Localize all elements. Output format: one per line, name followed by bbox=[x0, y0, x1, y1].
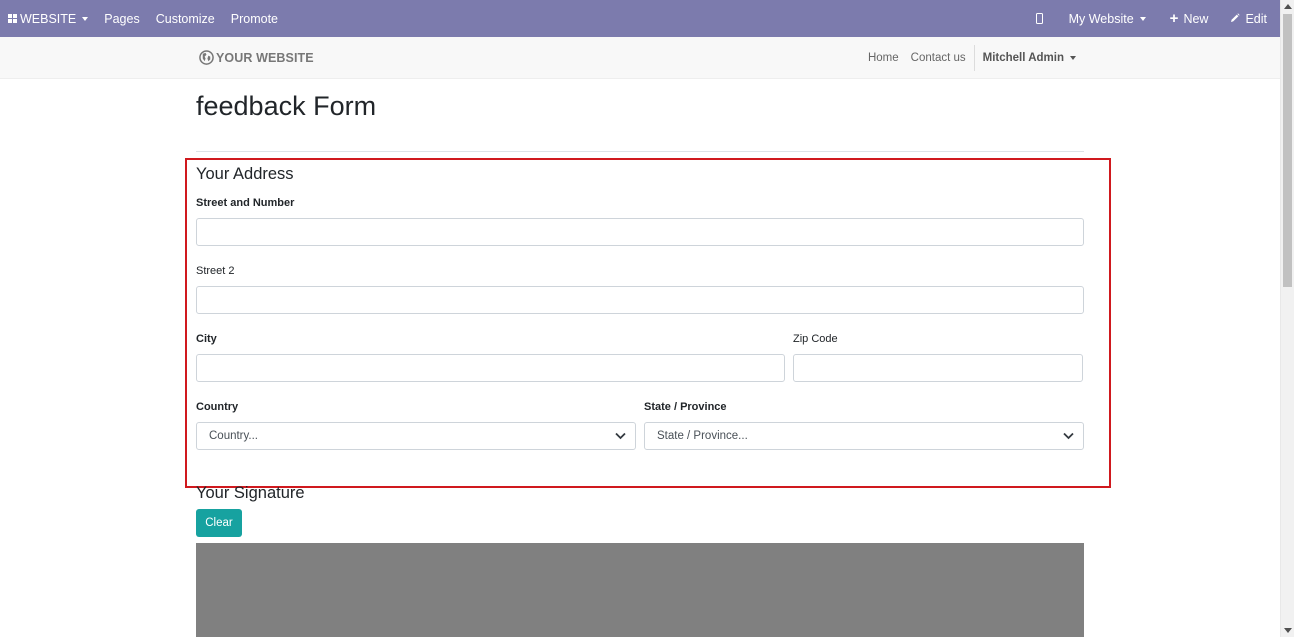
scrollbar-thumb[interactable] bbox=[1283, 14, 1292, 287]
plus-icon: + bbox=[1169, 10, 1179, 27]
country-select-value: Country... bbox=[209, 430, 258, 442]
page-scrollbar[interactable] bbox=[1280, 0, 1294, 637]
website-app-label: WEBSITE bbox=[20, 11, 77, 26]
scroll-down-icon[interactable] bbox=[1284, 628, 1292, 633]
globe-icon bbox=[199, 50, 214, 65]
site-nav: Home Contact us Mitchell Admin bbox=[862, 37, 1083, 79]
menu-promote[interactable]: Promote bbox=[223, 0, 286, 37]
logo-text: YOUR WEBSITE bbox=[216, 50, 314, 65]
mobile-phone-icon bbox=[1035, 13, 1043, 24]
website-app-menu[interactable]: WEBSITE bbox=[0, 0, 96, 37]
user-name: Mitchell Admin bbox=[982, 52, 1064, 64]
menu-pages[interactable]: Pages bbox=[96, 0, 147, 37]
pencil-icon bbox=[1230, 12, 1241, 26]
clear-signature-button[interactable]: Clear bbox=[196, 509, 242, 537]
nav-divider bbox=[973, 45, 975, 71]
apps-grid-icon bbox=[8, 14, 17, 23]
zip-input[interactable] bbox=[793, 354, 1083, 382]
state-select[interactable]: State / Province... bbox=[644, 422, 1084, 450]
mobile-preview-button[interactable] bbox=[1028, 0, 1057, 37]
street2-label: Street 2 bbox=[196, 265, 235, 277]
chevron-down-icon bbox=[1063, 432, 1074, 440]
website-selector-label: My Website bbox=[1068, 11, 1134, 26]
caret-down-icon bbox=[1139, 16, 1146, 21]
street-input[interactable] bbox=[196, 218, 1084, 246]
website-selector[interactable]: My Website bbox=[1057, 0, 1158, 37]
site-header: YOUR WEBSITE Home Contact us Mitchell Ad… bbox=[0, 37, 1280, 79]
page-title: feedback Form bbox=[196, 91, 377, 121]
admin-actions: My Website + New Edit bbox=[1028, 0, 1280, 37]
signature-heading: Your Signature bbox=[196, 484, 305, 502]
street2-input[interactable] bbox=[196, 286, 1084, 314]
chevron-down-icon bbox=[615, 432, 626, 440]
edit-button[interactable]: Edit bbox=[1220, 0, 1280, 37]
scroll-up-icon[interactable] bbox=[1284, 4, 1292, 9]
edit-label: Edit bbox=[1245, 11, 1267, 26]
country-label: Country bbox=[196, 401, 239, 413]
city-input[interactable] bbox=[196, 354, 785, 382]
user-menu[interactable]: Mitchell Admin bbox=[976, 52, 1083, 64]
nav-contact-us[interactable]: Contact us bbox=[905, 52, 972, 64]
state-label: State / Province bbox=[644, 401, 727, 413]
site-logo[interactable]: YOUR WEBSITE bbox=[199, 50, 314, 65]
menu-customize[interactable]: Customize bbox=[148, 0, 223, 37]
state-select-value: State / Province... bbox=[657, 430, 748, 442]
signature-pad[interactable] bbox=[196, 543, 1084, 637]
admin-bar: WEBSITE Pages Customize Promote My Websi… bbox=[0, 0, 1280, 37]
admin-menu: WEBSITE Pages Customize Promote bbox=[0, 0, 286, 37]
country-select[interactable]: Country... bbox=[196, 422, 636, 450]
caret-down-icon bbox=[82, 16, 89, 21]
zip-label: Zip Code bbox=[793, 333, 838, 345]
title-divider bbox=[196, 151, 1084, 152]
new-label: New bbox=[1183, 11, 1209, 26]
address-heading: Your Address bbox=[196, 165, 294, 183]
city-label: City bbox=[196, 333, 217, 345]
new-button[interactable]: + New bbox=[1158, 0, 1221, 37]
street-label: Street and Number bbox=[196, 197, 295, 209]
nav-home[interactable]: Home bbox=[862, 52, 905, 64]
caret-down-icon bbox=[1070, 56, 1076, 60]
